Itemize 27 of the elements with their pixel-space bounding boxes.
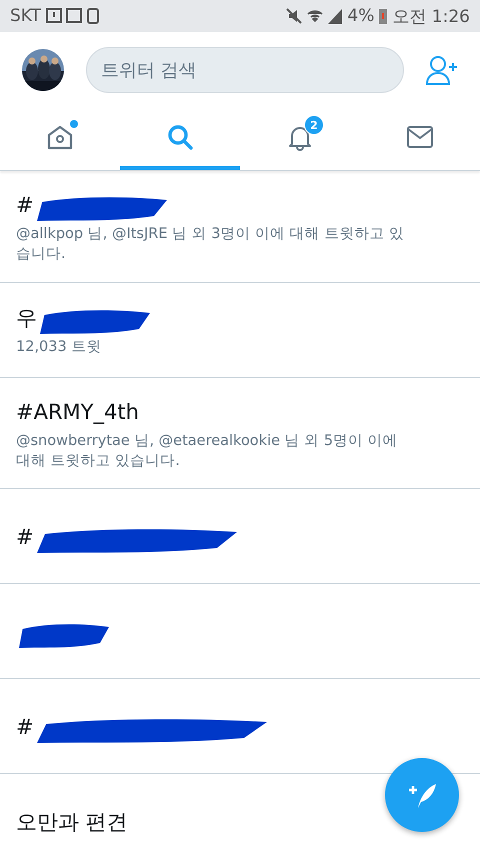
clock: 오전 1:26	[392, 6, 470, 28]
search-icon	[166, 123, 194, 151]
trend-context: @allkpop 님, @ItsJRE 님 외 3명이 이에 대해 트윗하고 있습니다.	[16, 225, 405, 264]
trend-item[interactable]: #	[0, 489, 480, 584]
mute-icon	[286, 8, 302, 24]
mail-icon	[406, 125, 434, 149]
carrier-label: SKT	[10, 6, 42, 26]
trend-context: @snowberrytae 님, @etaerealkookie 님 외 5명이 이에 대해 트윗하고 있습니다.	[16, 432, 399, 471]
trend-title: #	[16, 525, 34, 550]
notification-count: 2	[304, 115, 324, 135]
trend-title: #ARMY_4th	[16, 400, 139, 424]
wifi-icon	[307, 8, 324, 24]
trend-title: #	[16, 193, 34, 217]
search-field[interactable]: 트위터 검색	[86, 47, 404, 93]
trend-item[interactable]: #ARMY_4th @snowberrytae 님, @etaerealkookie 님 외 5명이 이에 대해 트윗하고 있습니다.	[0, 378, 480, 490]
trend-item[interactable]: 우 12,033 트윗	[0, 282, 480, 378]
trend-title: 우	[16, 305, 37, 332]
trend-item[interactable]: # @allkpop 님, @ItsJRE 님 외 3명이 이에 대해 트윗하고 있습니다.	[0, 171, 480, 283]
trend-context: 12,033 트윗	[16, 338, 102, 358]
add-user-icon[interactable]	[426, 55, 458, 85]
signal-icon	[328, 8, 342, 24]
compose-button[interactable]	[385, 758, 459, 832]
battery-icon	[379, 8, 388, 24]
trend-title: #	[16, 715, 34, 740]
battery-level-label: 4%	[347, 6, 374, 26]
trend-title: 오만과 편견	[16, 809, 128, 836]
home-icon	[46, 123, 74, 151]
